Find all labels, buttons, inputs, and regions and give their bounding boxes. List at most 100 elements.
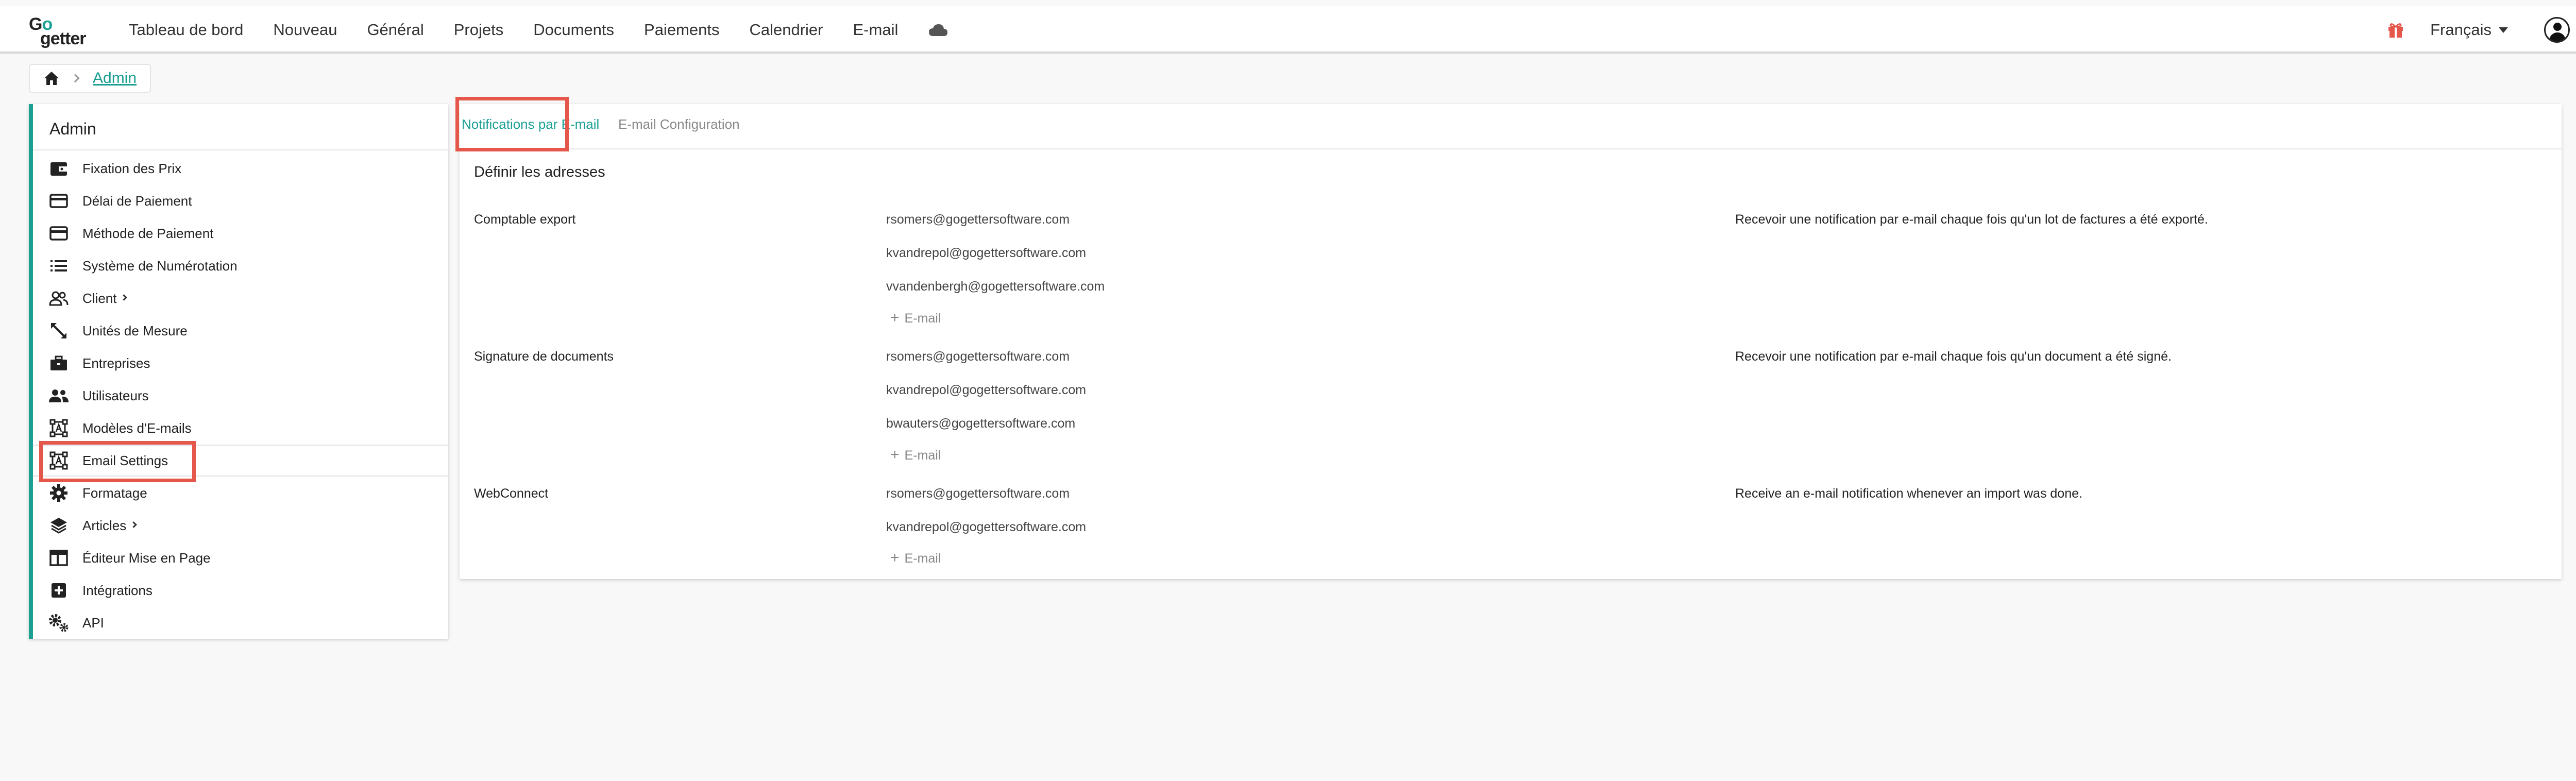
email-template-icon bbox=[48, 450, 69, 471]
sidebar-item-label: Unités de Mesure bbox=[82, 322, 188, 338]
wallet-icon bbox=[48, 158, 69, 179]
plus-icon: + bbox=[890, 446, 900, 463]
row-description: Receive an e-mail notification whenever … bbox=[1735, 486, 2082, 501]
sidebar-item-modeles-emails[interactable]: Modèles d'E-mails bbox=[33, 412, 448, 444]
row-description: Recevoir une notification par e-mail cha… bbox=[1735, 212, 2208, 227]
add-email-button[interactable]: + E-mail bbox=[890, 309, 941, 327]
sidebar-item-fixation-des-prix[interactable]: Fixation des Prix bbox=[33, 152, 448, 184]
tab-email-configuration[interactable]: E-mail Configuration bbox=[618, 116, 740, 132]
chevron-down-icon[interactable] bbox=[2499, 27, 2508, 33]
sidebar-item-formatage[interactable]: Formatage bbox=[33, 477, 448, 509]
nav-item-calendrier[interactable]: Calendrier bbox=[749, 21, 823, 39]
sidebar-item-articles[interactable]: Articles bbox=[33, 510, 448, 541]
sidebar-item-api[interactable]: API bbox=[33, 607, 448, 639]
sidebar-divider bbox=[33, 149, 448, 150]
sidebar-item-methode-de-paiement[interactable]: Méthode de Paiement bbox=[33, 217, 448, 249]
add-email-button[interactable]: + E-mail bbox=[890, 549, 941, 567]
sidebar-item-label-text: Articles bbox=[82, 517, 127, 533]
row-label-comptable-export: Comptable export bbox=[474, 212, 576, 227]
layers-icon bbox=[48, 515, 69, 536]
breadcrumb: Admin bbox=[29, 64, 151, 93]
email-template-icon bbox=[48, 418, 69, 438]
avatar-body bbox=[2549, 32, 2566, 41]
add-email-label: E-mail bbox=[904, 311, 941, 326]
people-icon bbox=[48, 385, 69, 406]
sidebar-item-unites-de-mesure[interactable]: Unités de Mesure bbox=[33, 315, 448, 347]
nav-item-email[interactable]: E-mail bbox=[853, 21, 899, 39]
gears-icon bbox=[48, 613, 69, 633]
plus-icon: + bbox=[890, 309, 900, 326]
sidebar-item-label: API bbox=[82, 615, 104, 631]
sidebar-item-label: Éditeur Mise en Page bbox=[82, 550, 211, 566]
sidebar-item-label: Délai de Paiement bbox=[82, 193, 192, 209]
sidebar-item-label: Articles bbox=[82, 517, 138, 534]
nav-item-paiements[interactable]: Paiements bbox=[644, 21, 719, 39]
add-email-button[interactable]: + E-mail bbox=[890, 446, 941, 464]
chevron-right-icon bbox=[121, 294, 128, 301]
sidebar-item-label: Utilisateurs bbox=[82, 387, 149, 403]
sidebar-item-label: Modèles d'E-mails bbox=[82, 420, 192, 436]
breadcrumb-separator-icon bbox=[71, 74, 80, 83]
add-email-label: E-mail bbox=[904, 551, 941, 566]
nav-item-general[interactable]: Général bbox=[367, 21, 423, 39]
list-icon bbox=[48, 256, 69, 276]
cloud-icon[interactable] bbox=[928, 23, 948, 37]
sidebar-item-label-text: Client bbox=[82, 290, 117, 306]
nav-item-documents[interactable]: Documents bbox=[533, 21, 614, 39]
sidebar-item-utilisateurs[interactable]: Utilisateurs bbox=[33, 380, 448, 412]
user-avatar[interactable] bbox=[2544, 17, 2570, 43]
admin-sidebar: Admin Fixation des Prix Délai de Paiemen… bbox=[29, 104, 448, 639]
email-entry[interactable]: rsomers@gogettersoftware.com bbox=[886, 349, 1070, 364]
sidebar-item-client[interactable]: Client bbox=[33, 282, 448, 314]
breadcrumb-admin-link[interactable]: Admin bbox=[93, 70, 137, 87]
topbar-right-tools: Français bbox=[2387, 6, 2570, 54]
sidebar-item-entreprises[interactable]: Entreprises bbox=[33, 347, 448, 379]
nav-item-nouveau[interactable]: Nouveau bbox=[273, 21, 337, 39]
gear-icon bbox=[48, 483, 69, 503]
gogetter-logo[interactable]: Go getter bbox=[29, 14, 101, 48]
email-entry[interactable]: bwauters@gogettersoftware.com bbox=[886, 416, 1075, 431]
sidebar-title: Admin bbox=[49, 120, 96, 138]
plus-icon: + bbox=[890, 549, 900, 566]
email-entry[interactable]: kvandrepol@gogettersoftware.com bbox=[886, 520, 1086, 535]
sidebar-item-label: Formatage bbox=[82, 485, 147, 501]
email-settings-panel: Notifications par E-mail E-mail Configur… bbox=[455, 97, 2562, 579]
gift-icon[interactable] bbox=[2387, 21, 2404, 39]
credit-card-icon bbox=[48, 191, 69, 211]
credit-card-icon bbox=[48, 223, 69, 244]
sidebar-item-email-settings[interactable]: Email Settings bbox=[33, 445, 448, 477]
row-label-signature-de-documents: Signature de documents bbox=[474, 349, 614, 364]
sidebar-item-label: Client bbox=[82, 290, 128, 307]
briefcase-icon bbox=[48, 353, 69, 373]
nav-item-projets[interactable]: Projets bbox=[454, 21, 503, 39]
top-navbar: Go getter Tableau de bord Nouveau Généra… bbox=[0, 6, 2576, 54]
layout-icon bbox=[48, 548, 69, 568]
sidebar-item-label: Fixation des Prix bbox=[82, 160, 182, 176]
email-entry[interactable]: rsomers@gogettersoftware.com bbox=[886, 486, 1070, 501]
email-entry[interactable]: kvandrepol@gogettersoftware.com bbox=[886, 246, 1086, 261]
section-title: Définir les adresses bbox=[474, 164, 605, 180]
row-description: Recevoir une notification par e-mail cha… bbox=[1735, 349, 2172, 364]
email-entry[interactable]: rsomers@gogettersoftware.com bbox=[886, 212, 1070, 227]
email-entry[interactable]: vvandenbergh@gogettersoftware.com bbox=[886, 279, 1105, 294]
sidebar-item-systeme-de-numerotation[interactable]: Système de Numérotation bbox=[33, 250, 448, 282]
sidebar-item-integrations[interactable]: Intégrations bbox=[33, 574, 448, 606]
language-selector[interactable]: Français bbox=[2430, 21, 2492, 39]
main-nav: Tableau de bord Nouveau Général Projets … bbox=[129, 6, 948, 54]
sidebar-item-delai-de-paiement[interactable]: Délai de Paiement bbox=[33, 185, 448, 217]
plus-box-icon bbox=[48, 580, 69, 601]
home-icon[interactable] bbox=[43, 71, 60, 86]
chevron-right-icon bbox=[130, 521, 138, 528]
nav-item-tableau-de-bord[interactable]: Tableau de bord bbox=[129, 21, 243, 39]
resize-icon bbox=[48, 320, 69, 341]
users-icon bbox=[48, 288, 69, 309]
email-entry[interactable]: kvandrepol@gogettersoftware.com bbox=[886, 383, 1086, 398]
sidebar-item-label: Méthode de Paiement bbox=[82, 225, 214, 241]
row-label-webconnect: WebConnect bbox=[474, 486, 549, 501]
sidebar-item-editeur-mise-en-page[interactable]: Éditeur Mise en Page bbox=[33, 542, 448, 574]
sidebar-item-label: Entreprises bbox=[82, 355, 150, 371]
sidebar-item-label: Intégrations bbox=[82, 582, 152, 598]
logo-bottom: getter bbox=[40, 29, 86, 48]
tab-bar: Notifications par E-mail E-mail Configur… bbox=[460, 104, 2562, 149]
tab-notifications-par-email[interactable]: Notifications par E-mail bbox=[462, 116, 599, 132]
